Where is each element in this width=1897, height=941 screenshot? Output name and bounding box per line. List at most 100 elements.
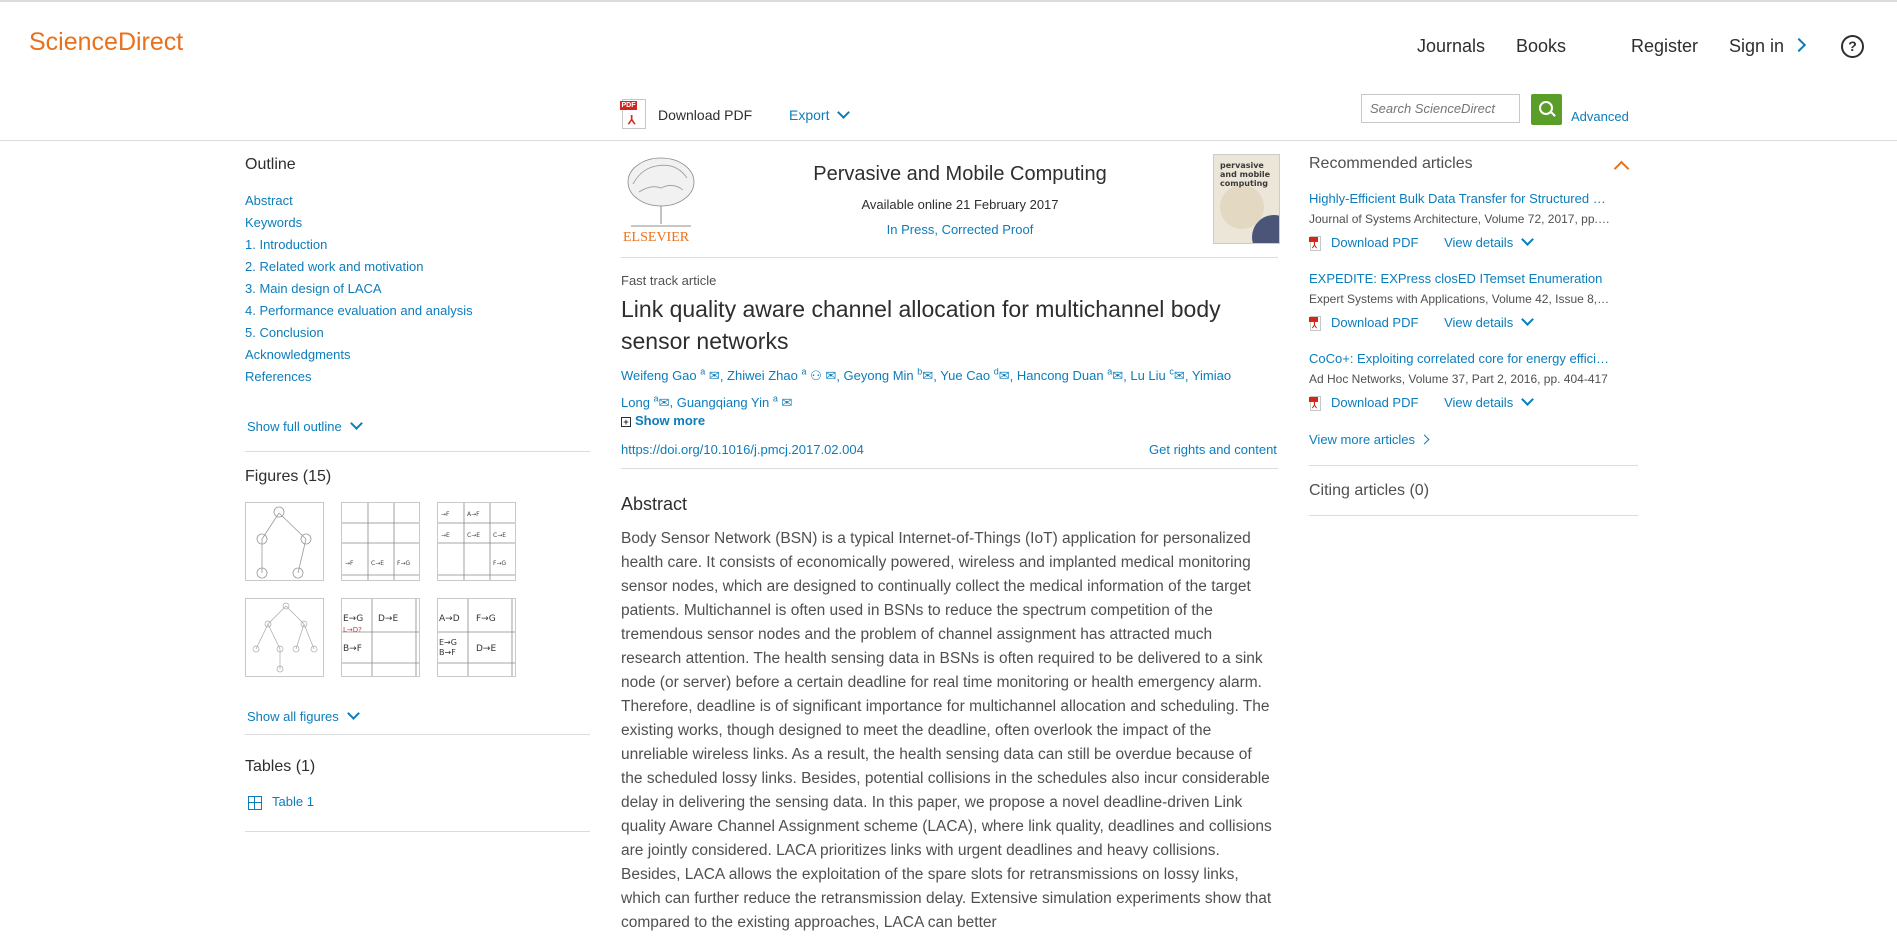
show-more-label: Show more (635, 413, 706, 428)
pdf-icon: ⅄ (1309, 396, 1321, 412)
nav-books[interactable]: Books (1516, 36, 1566, 57)
recommended-article: Highly-Efficient Bulk Data Transfer for … (1309, 189, 1639, 255)
in-press-status[interactable]: In Press, Corrected Proof (760, 222, 1160, 237)
svg-text:A→D: A→D (439, 614, 460, 624)
outline-item-keywords[interactable]: Keywords (245, 212, 473, 234)
outline-item-main-design[interactable]: 3. Main design of LACA (245, 278, 473, 300)
show-full-outline-label: Show full outline (247, 419, 342, 434)
mail-icon: ✉ (998, 368, 1010, 384)
divider (245, 451, 590, 452)
show-full-outline-button[interactable]: Show full outline (247, 417, 363, 434)
recommended-article-source: Journal of Systems Architecture, Volume … (1309, 212, 1610, 226)
view-details-button[interactable]: View details (1444, 313, 1535, 330)
plus-box-icon: + (621, 417, 631, 427)
show-all-figures-label: Show all figures (247, 709, 339, 724)
outline-item-acknowledgments[interactable]: Acknowledgments (245, 344, 473, 366)
author-link[interactable]: Geyong Min b✉ (844, 367, 934, 383)
citing-articles-title[interactable]: Citing articles (0) (1309, 482, 1429, 500)
download-pdf-link[interactable]: ⅄ Download PDF (1309, 235, 1418, 252)
elsevier-logo[interactable]: ELSEVIER (621, 154, 701, 245)
view-details-button[interactable]: View details (1444, 233, 1535, 250)
journal-cover-image[interactable]: pervasive and mobile computing (1213, 154, 1280, 244)
divider (621, 468, 1278, 469)
chevron-right-icon (1791, 37, 1807, 53)
svg-text:D→E: D→E (476, 644, 496, 654)
author-link[interactable]: Guangqiang Yin a ✉ (677, 393, 793, 409)
sciencedirect-logo[interactable]: ScienceDirect (29, 28, 183, 57)
outline-item-conclusion[interactable]: 5. Conclusion (245, 322, 473, 344)
author-link[interactable]: Lu Liu c✉ (1130, 367, 1185, 384)
tables-title: Tables (1) (245, 758, 316, 775)
show-more-button[interactable]: + Show more (621, 413, 705, 428)
author-link[interactable]: Hancong Duan a✉ (1017, 367, 1123, 383)
nav-register[interactable]: Register (1631, 36, 1698, 57)
figure-thumbnail[interactable] (245, 598, 324, 677)
svg-text:→E: →E (441, 532, 450, 539)
search-button[interactable] (1531, 94, 1562, 125)
author-link[interactable]: Weifeng Gao a ✉ (621, 367, 720, 383)
outline-item-references[interactable]: References (245, 366, 473, 388)
divider (1309, 515, 1638, 516)
rights-link[interactable]: Get rights and content (1149, 442, 1277, 457)
svg-text:→F: →F (441, 511, 450, 518)
download-pdf-button[interactable]: PDF ⅄ Download PDF (620, 99, 752, 129)
svg-text:C→E: C→E (493, 532, 506, 539)
advanced-search-link[interactable]: Advanced (1571, 109, 1629, 124)
figure-thumbnail[interactable] (245, 502, 324, 581)
outline-list: Abstract Keywords 1. Introduction 2. Rel… (245, 190, 473, 388)
svg-text:E→G: E→G (439, 638, 457, 647)
figure-thumbnail[interactable]: →F A→F →E C→E C→E F→G (437, 502, 516, 581)
figure-thumbnail[interactable]: A→D F→G E→G B→F D→E (437, 598, 516, 677)
svg-text:A→F: A→F (467, 511, 480, 518)
figure-thumbnail[interactable]: E→G D→E L→D? B→F (341, 598, 420, 677)
export-button[interactable]: Export (789, 106, 851, 123)
chevron-down-icon (346, 707, 360, 720)
svg-text:F→G: F→G (476, 614, 496, 624)
download-pdf-link[interactable]: ⅄ Download PDF (1309, 315, 1418, 332)
svg-text:C→E: C→E (371, 560, 384, 567)
divider (1309, 465, 1638, 466)
search-input[interactable] (1361, 94, 1520, 123)
site-header: ScienceDirect Journals Books Register Si… (0, 2, 1897, 141)
author-link[interactable]: Zhiwei Zhao a ⚇ ✉ (727, 367, 837, 384)
mail-icon: ✉ (825, 368, 837, 384)
chevron-down-icon (1521, 233, 1535, 246)
abstract-heading: Abstract (621, 494, 688, 514)
table-link[interactable]: Table 1 (248, 794, 314, 810)
available-online-date: Available online 21 February 2017 (861, 197, 1059, 212)
nav-journals[interactable]: Journals (1417, 36, 1485, 57)
divider (621, 257, 1278, 258)
divider (245, 831, 590, 832)
svg-text:F→G: F→G (397, 560, 410, 567)
svg-text:L→D?: L→D? (343, 626, 362, 634)
doi-link[interactable]: https://doi.org/10.1016/j.pmcj.2017.02.0… (621, 442, 864, 457)
recommended-article-source: Expert Systems with Applications, Volume… (1309, 292, 1610, 306)
table-icon (248, 795, 262, 810)
download-pdf-link[interactable]: ⅄ Download PDF (1309, 395, 1418, 412)
journal-title[interactable]: Pervasive and Mobile Computing (760, 163, 1160, 186)
outline-item-performance[interactable]: 4. Performance evaluation and analysis (245, 300, 473, 322)
abstract-text: Body Sensor Network (BSN) is a typical I… (621, 530, 1272, 931)
nav-sign-in[interactable]: Sign in (1729, 36, 1807, 57)
view-details-button[interactable]: View details (1444, 393, 1535, 410)
author-list: Weifeng Gao a ✉, Zhiwei Zhao a ⚇ ✉, Geyo… (621, 367, 1232, 410)
recommended-article-title[interactable]: CoCo+: Exploiting correlated core for en… (1309, 349, 1639, 369)
outline-item-abstract[interactable]: Abstract (245, 190, 473, 212)
chevron-up-icon[interactable] (1613, 160, 1630, 177)
svg-text:B→F: B→F (439, 648, 456, 657)
recommended-article-title[interactable]: Highly-Efficient Bulk Data Transfer for … (1309, 189, 1639, 209)
view-more-articles-link[interactable]: View more articles (1309, 432, 1430, 447)
recommended-article-title[interactable]: EXPEDITE: EXPress closED ITemset Enumera… (1309, 269, 1639, 289)
show-all-figures-button[interactable]: Show all figures (247, 707, 360, 724)
pdf-icon: ⅄ (1309, 316, 1321, 332)
help-icon[interactable]: ? (1841, 35, 1864, 58)
mail-icon: ✉ (1173, 368, 1185, 384)
outline-item-related-work[interactable]: 2. Related work and motivation (245, 256, 473, 278)
sign-in-label: Sign in (1729, 36, 1785, 56)
outline-item-introduction[interactable]: 1. Introduction (245, 234, 473, 256)
recommended-article: CoCo+: Exploiting correlated core for en… (1309, 349, 1639, 415)
author-link[interactable]: Yue Cao d✉ (940, 367, 1010, 384)
figure-thumbnail[interactable]: →F C→E F→G (341, 502, 420, 581)
table-label: Table 1 (272, 794, 314, 809)
chevron-down-icon (1521, 393, 1535, 406)
